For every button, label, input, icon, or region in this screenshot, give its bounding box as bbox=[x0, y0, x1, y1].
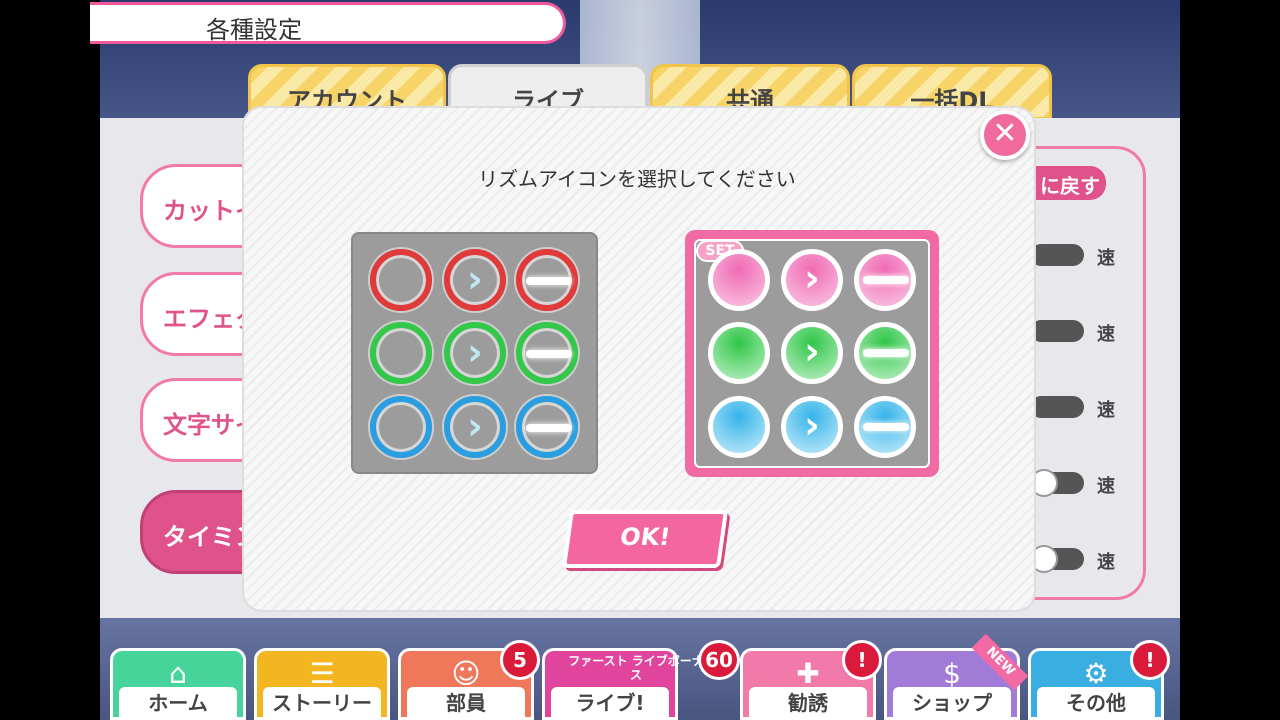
note-blue-plain[interactable] bbox=[708, 396, 770, 458]
note-red-arrow[interactable]: › bbox=[444, 249, 506, 311]
speed-label: 速 bbox=[1097, 476, 1115, 497]
settings-frame bbox=[1030, 146, 1146, 600]
reset-button[interactable]: に戻す bbox=[1032, 166, 1106, 200]
home-icon: ⌂ bbox=[169, 657, 187, 690]
chevron-icon: › bbox=[467, 257, 483, 301]
speed-slider[interactable] bbox=[1030, 320, 1084, 342]
note-pink-arrow[interactable]: › bbox=[781, 249, 843, 311]
speed-label: 速 bbox=[1097, 248, 1115, 269]
nav-story[interactable]: ☰ ストーリー bbox=[254, 648, 390, 720]
note-green-plain[interactable] bbox=[708, 322, 770, 384]
nav-label: ホーム bbox=[119, 687, 237, 717]
note-green-plain[interactable] bbox=[370, 322, 432, 384]
speed-label: 速 bbox=[1097, 324, 1115, 345]
nav-label: ショップ bbox=[893, 687, 1011, 717]
dialog-title: リズムアイコンを選択してください bbox=[478, 167, 796, 191]
other-alert-badge: ! bbox=[1130, 640, 1170, 680]
note-red-bar[interactable] bbox=[516, 249, 578, 311]
note-pink-plain[interactable] bbox=[708, 249, 770, 311]
slider-knob[interactable] bbox=[1030, 545, 1058, 573]
slider-knob[interactable] bbox=[1030, 469, 1058, 497]
speed-label: 速 bbox=[1097, 400, 1115, 421]
nav-label: ストーリー bbox=[263, 687, 381, 717]
note-green-bar[interactable] bbox=[854, 322, 916, 384]
ok-button[interactable]: OK! bbox=[561, 510, 729, 568]
live-badge: 60 bbox=[698, 640, 740, 680]
bar-icon bbox=[863, 423, 909, 431]
first-live-bonus-banner: ファースト ライブボーナス bbox=[568, 654, 704, 682]
close-icon[interactable]: ✕ bbox=[980, 110, 1030, 160]
bar-icon bbox=[526, 424, 572, 432]
note-blue-plain[interactable] bbox=[370, 396, 432, 458]
bar-icon bbox=[526, 277, 572, 285]
note-blue-bar[interactable] bbox=[516, 396, 578, 458]
bar-icon bbox=[863, 276, 909, 284]
story-icon: ☰ bbox=[309, 657, 335, 690]
speed-slider[interactable] bbox=[1030, 244, 1084, 266]
note-red-plain[interactable] bbox=[370, 249, 432, 311]
note-green-arrow[interactable]: › bbox=[444, 322, 506, 384]
bar-icon bbox=[526, 350, 572, 358]
scout-alert-badge: ! bbox=[842, 640, 882, 680]
nav-label: 勧誘 bbox=[749, 687, 867, 717]
nav-home[interactable]: ⌂ ホーム bbox=[110, 648, 246, 720]
note-green-arrow[interactable]: › bbox=[781, 322, 843, 384]
chevron-icon: › bbox=[804, 256, 820, 300]
nav-label: ライブ! bbox=[551, 687, 669, 717]
note-blue-bar[interactable] bbox=[854, 396, 916, 458]
speed-slider[interactable] bbox=[1030, 396, 1084, 418]
title-bar bbox=[90, 2, 566, 44]
page-title: 各種設定 bbox=[206, 16, 302, 44]
speed-label: 速 bbox=[1097, 552, 1115, 573]
chevron-icon: › bbox=[467, 330, 483, 374]
members-badge: 5 bbox=[500, 640, 540, 680]
nav-label: 部員 bbox=[407, 687, 525, 717]
nav-label: その他 bbox=[1037, 687, 1155, 717]
chevron-icon: › bbox=[804, 329, 820, 373]
note-green-bar[interactable] bbox=[516, 322, 578, 384]
chevron-icon: › bbox=[804, 403, 820, 447]
bar-icon bbox=[863, 349, 909, 357]
note-blue-arrow[interactable]: › bbox=[444, 396, 506, 458]
note-pink-bar[interactable] bbox=[854, 249, 916, 311]
note-blue-arrow[interactable]: › bbox=[781, 396, 843, 458]
chevron-icon: › bbox=[467, 404, 483, 448]
